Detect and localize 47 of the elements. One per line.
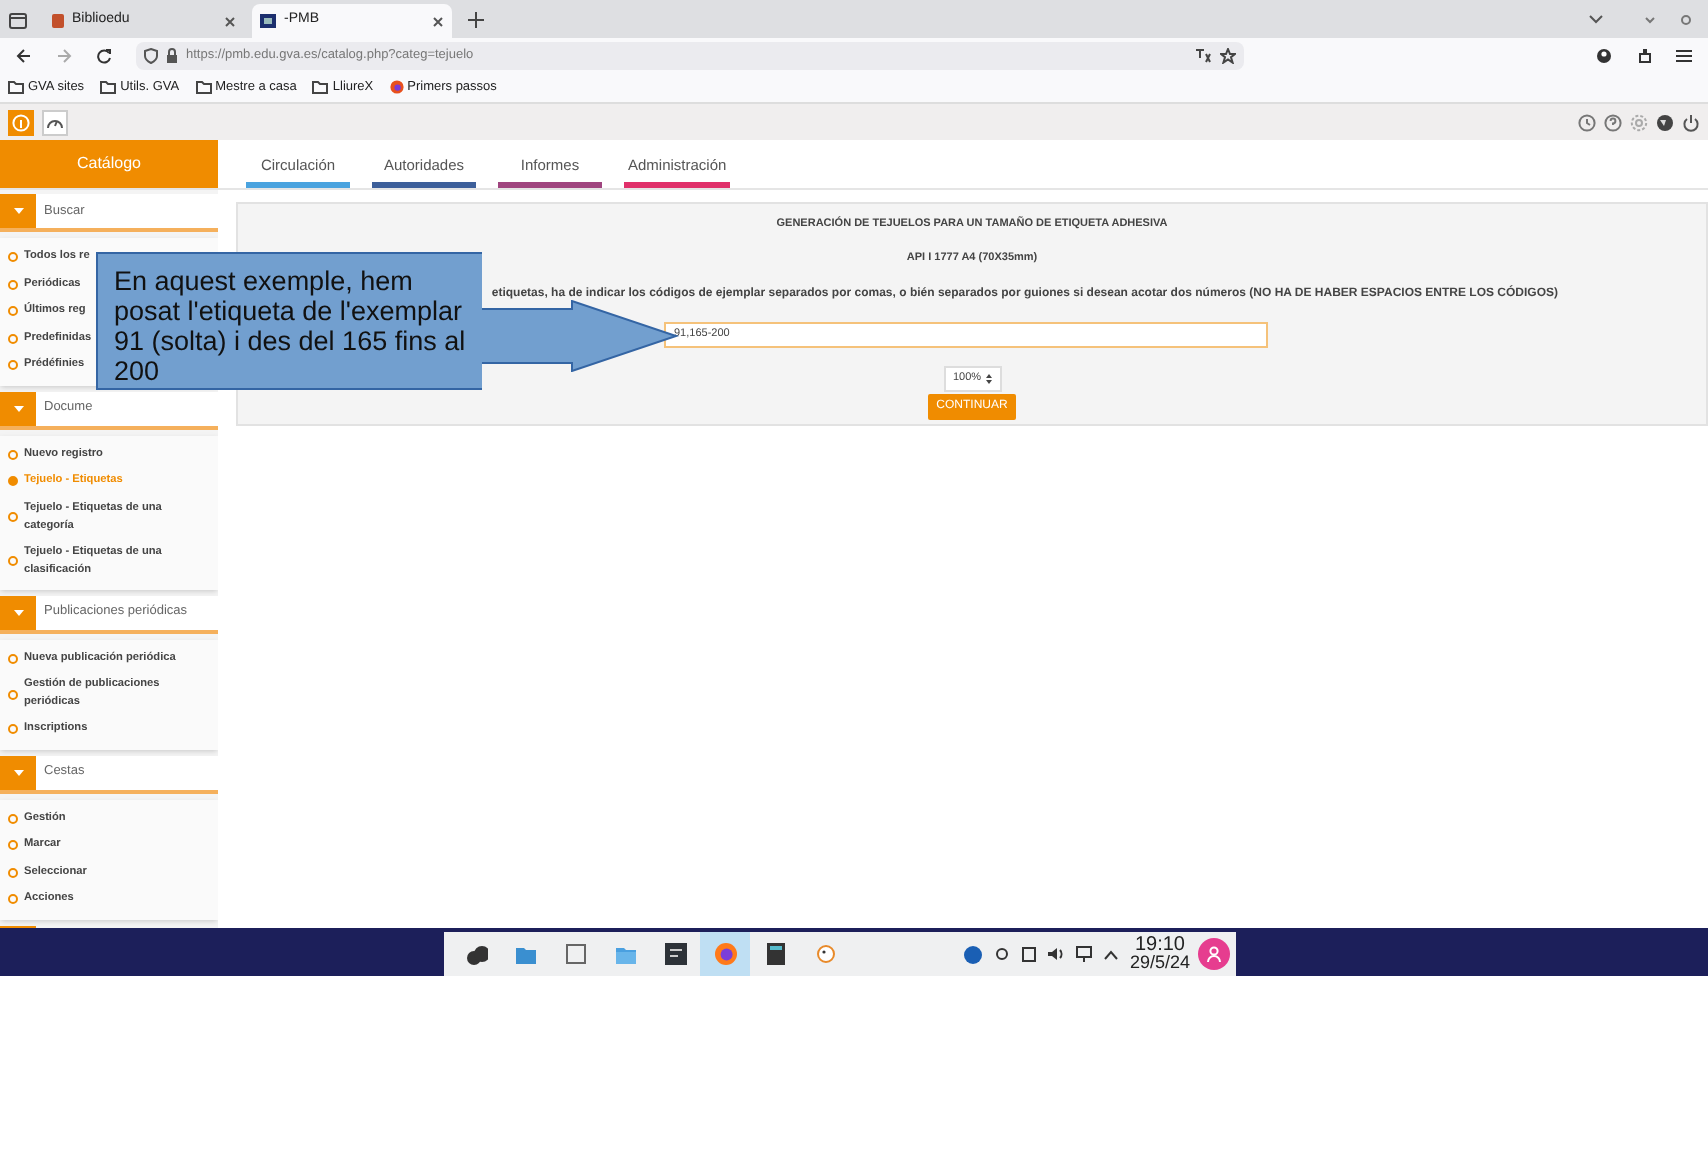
clock-time: 19:10: [1134, 936, 1185, 954]
back-icon[interactable]: [16, 47, 32, 63]
close-icon[interactable]: [224, 15, 236, 27]
dashboard-button[interactable]: [42, 109, 68, 135]
callout-box: En aquest exemple, hem posat l'etiqueta de l'exemplar 91 (solta) i des del 165 fins al 200: [96, 252, 482, 390]
extensions-icon[interactable]: [1636, 47, 1652, 63]
translate-icon[interactable]: [1196, 47, 1212, 63]
clock-date: 29/5/24: [1129, 954, 1190, 972]
caret-down-icon: [13, 769, 23, 775]
caret-down-icon: [13, 405, 23, 411]
folder-icon: [100, 80, 117, 94]
menu-icon[interactable]: [1676, 47, 1692, 63]
module-title: Catálogo: [0, 140, 218, 188]
close-icon[interactable]: [432, 15, 444, 27]
chevron-down-icon[interactable]: [1588, 13, 1604, 25]
updown-icon: [985, 373, 992, 383]
folder-icon: [195, 80, 212, 94]
display-icon[interactable]: [1075, 946, 1092, 962]
calculator-icon: [763, 942, 787, 966]
chevron-up-icon[interactable]: [1103, 949, 1118, 959]
terminal-icon: [663, 942, 687, 966]
history-icon[interactable]: [1578, 113, 1596, 131]
lock-icon: [166, 47, 178, 63]
volume-icon[interactable]: [1047, 946, 1064, 962]
power-icon[interactable]: [1682, 113, 1700, 131]
logo-icon: [260, 14, 276, 28]
account-icon[interactable]: [1596, 47, 1612, 63]
folder-icon: [613, 942, 637, 966]
folder-icon: [312, 80, 329, 94]
reload-icon[interactable]: [96, 47, 112, 63]
folder-icon: [513, 942, 537, 966]
tab-list-icon[interactable]: [8, 9, 28, 29]
cloud-icon: [463, 942, 487, 966]
minimize-icon[interactable]: [1644, 13, 1656, 25]
new-tab-icon[interactable]: [468, 11, 484, 27]
window-icon: [563, 942, 587, 966]
maximize-icon[interactable]: [1680, 13, 1692, 25]
firefox-icon: [389, 80, 404, 94]
star-icon[interactable]: [1220, 47, 1236, 63]
folder-icon: [8, 80, 24, 94]
user-avatar[interactable]: [1198, 938, 1230, 970]
caret-down-icon: [13, 208, 23, 214]
shield-icon: [144, 47, 158, 63]
help-icon[interactable]: [1604, 113, 1622, 131]
firefox-icon: [713, 942, 737, 966]
caret-down-icon: [13, 609, 23, 615]
info-icon: [12, 113, 30, 131]
